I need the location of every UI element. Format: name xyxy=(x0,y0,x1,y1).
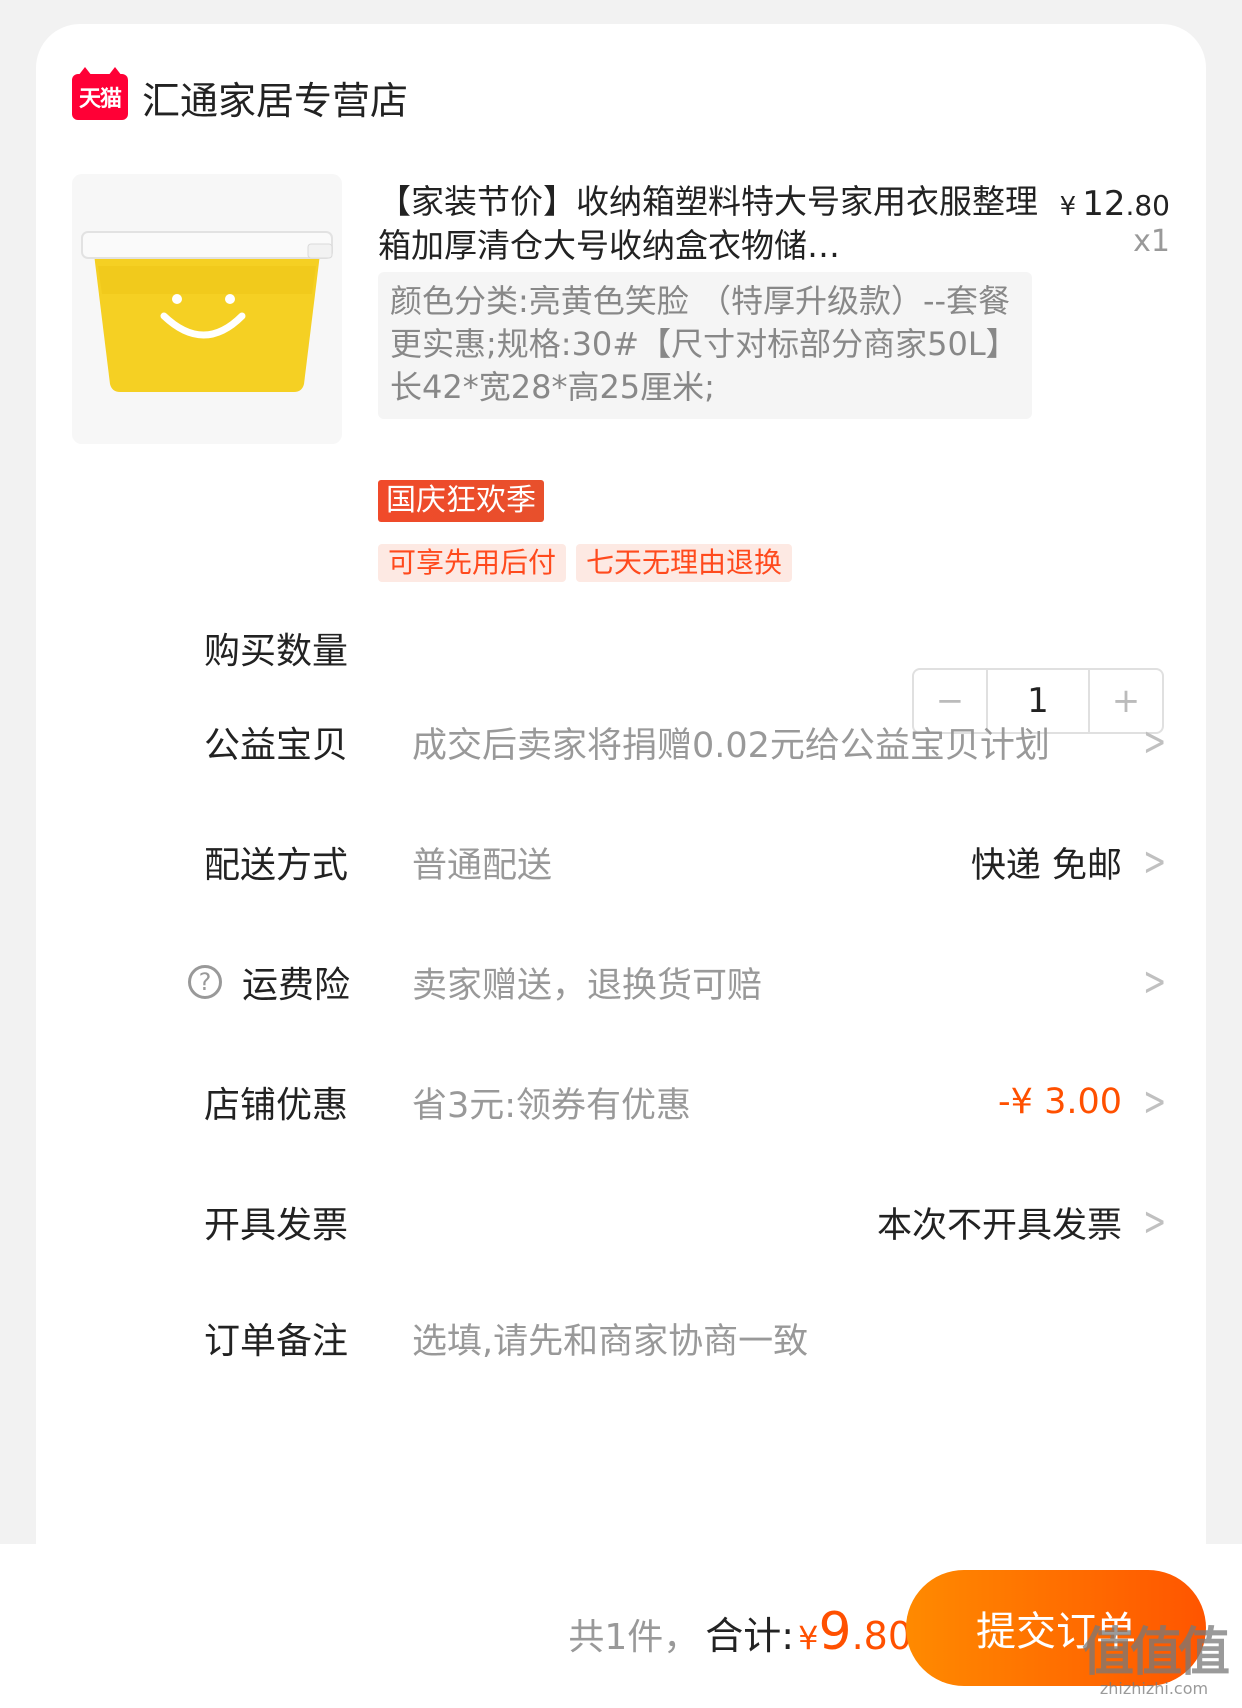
charity-label: 公益宝贝 xyxy=(204,725,349,766)
coupon-label: 店铺优惠 xyxy=(204,1085,349,1126)
quantity-label: 购买数量 xyxy=(204,631,349,672)
remark-input[interactable]: 选填,请先和商家协商一致 xyxy=(412,1313,808,1364)
watermark-url: zhizhizhi.com xyxy=(1099,1679,1209,1698)
invoice-label: 开具发票 xyxy=(204,1205,349,1246)
row-invoice[interactable]: 开具发票 本次不开具发票 > xyxy=(72,1192,1206,1252)
watermark-logo: 值值值 xyxy=(1081,1623,1230,1683)
coupon-desc: 省3元:领券有优惠 xyxy=(412,1085,692,1126)
total-currency: ¥ xyxy=(798,1619,819,1657)
total-int: 9 xyxy=(818,1602,852,1662)
item-count: 共1件， xyxy=(568,1617,700,1658)
product-title[interactable]: 【家装节价】收纳箱塑料特大号家用衣服整理箱加厚清仓大号收纳盒衣物储… xyxy=(378,180,1038,268)
price-decimal: .80 xyxy=(1125,189,1170,222)
promo-badge: 国庆狂欢季 xyxy=(378,480,544,522)
delivery-label: 配送方式 xyxy=(204,845,349,886)
chevron-right-icon[interactable]: > xyxy=(1144,1079,1167,1125)
chevron-right-icon[interactable]: > xyxy=(1144,719,1167,765)
sku-info[interactable]: 颜色分类:亮黄色笑脸 （特厚升级款）--套餐更实惠;规格:30#【尺寸对标部分商… xyxy=(378,272,1032,419)
delivery-value: 快递 免邮 xyxy=(970,845,1122,886)
total-decimal: .80 xyxy=(851,1614,912,1658)
shop-header[interactable]: 天猫 汇通家居专营店 xyxy=(72,64,408,130)
row-coupon[interactable]: 店铺优惠 省3元:领券有优惠 -¥ 3.00 > xyxy=(72,1072,1206,1132)
remark-label: 订单备注 xyxy=(204,1321,349,1362)
product-image[interactable] xyxy=(72,174,342,444)
tmall-logo: 天猫 xyxy=(72,67,128,120)
shop-name[interactable]: 汇通家居专营店 xyxy=(142,70,408,125)
storage-box-icon xyxy=(72,174,342,444)
checkout-bar: 共1件， 合计: ¥9.80 提交订单 值值值 zhizhizhi.com xyxy=(0,1544,1242,1708)
row-delivery[interactable]: 配送方式 普通配送 快递 免邮 > xyxy=(72,832,1206,892)
insurance-label: 运费险 xyxy=(242,965,351,1006)
insurance-desc: 卖家赠送，退换货可赔 xyxy=(412,965,763,1006)
price-currency: ¥ xyxy=(1059,192,1077,222)
chevron-right-icon[interactable]: > xyxy=(1144,839,1167,885)
product-quantity: x1 xyxy=(1133,224,1170,259)
price-int: 12 xyxy=(1082,184,1126,224)
row-remark: 订单备注 选填,请先和商家协商一致 xyxy=(72,1308,1206,1368)
service-tags: 可享先用后付 七天无理由退换 xyxy=(378,544,793,582)
order-summary: 共1件， 合计: ¥9.80 xyxy=(568,1602,912,1662)
delivery-desc: 普通配送 xyxy=(412,845,553,886)
tag-7day-return: 七天无理由退换 xyxy=(576,544,793,582)
row-charity[interactable]: 公益宝贝 成交后卖家将捐赠0.02元给公益宝贝计划 > xyxy=(72,712,1206,772)
watermark: 值值值 zhizhizhi.com xyxy=(1081,1610,1230,1698)
coupon-value: -¥ 3.00 xyxy=(998,1082,1122,1122)
invoice-value: 本次不开具发票 xyxy=(876,1205,1122,1246)
charity-desc: 成交后卖家将捐赠0.02元给公益宝贝计划 xyxy=(412,725,1050,766)
row-insurance[interactable]: ? 运费险 卖家赠送，退换货可赔 > xyxy=(72,952,1206,1012)
total-label: 合计: xyxy=(705,1614,795,1658)
product-price: ¥12.80 xyxy=(1060,184,1170,224)
order-card: 天猫 汇通家居专营店 【家装节价】收纳箱塑料特大号家用衣服整理箱加厚清仓大号收纳… xyxy=(36,24,1206,1644)
question-circle-icon[interactable]: ? xyxy=(188,965,222,999)
tag-pay-later: 可享先用后付 xyxy=(378,544,567,582)
chevron-right-icon[interactable]: > xyxy=(1144,1199,1167,1245)
chevron-right-icon[interactable]: > xyxy=(1144,959,1167,1005)
